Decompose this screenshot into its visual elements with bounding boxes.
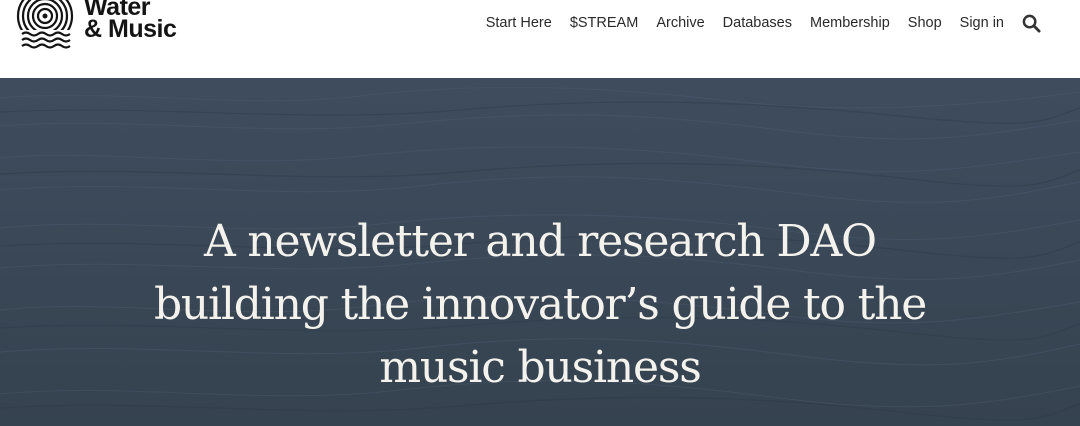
site-logo[interactable]: Water & Music	[14, 0, 177, 54]
nav-membership[interactable]: Membership	[810, 15, 890, 31]
brand-name-line2: & Music	[84, 15, 177, 43]
vinyl-waves-icon	[16, 0, 74, 52]
nav-databases[interactable]: Databases	[723, 15, 792, 31]
nav-sign-in[interactable]: Sign in	[960, 15, 1004, 31]
nav-start-here[interactable]: Start Here	[486, 15, 552, 31]
search-button[interactable]	[1020, 12, 1042, 34]
hero-title: A newsletter and research DAO building t…	[153, 216, 927, 393]
main-nav: Start Here $STREAM Archive Databases Mem…	[486, 12, 1042, 34]
brand-name: Water & Music	[84, 0, 177, 43]
nav-archive[interactable]: Archive	[656, 15, 704, 31]
search-icon	[1022, 14, 1041, 33]
nav-shop[interactable]: Shop	[908, 15, 942, 31]
site-header: Water & Music Start Here $STREAM Archive…	[0, 0, 1080, 78]
nav-stream[interactable]: $STREAM	[570, 15, 639, 31]
hero-banner: A newsletter and research DAO building t…	[0, 78, 1080, 426]
